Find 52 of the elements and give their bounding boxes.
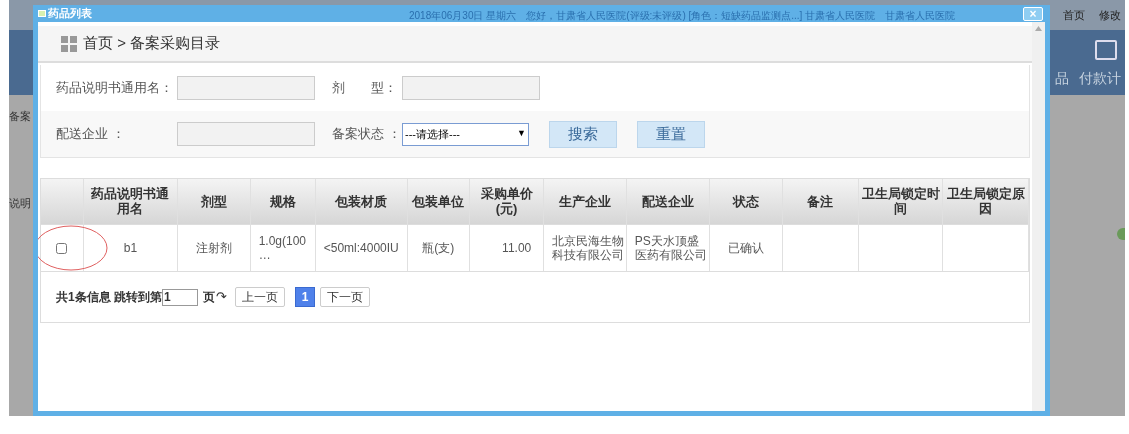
window-icon bbox=[38, 10, 46, 17]
table-cell: 已确认 bbox=[727, 240, 764, 255]
table-cell: 11.00 bbox=[502, 240, 532, 255]
window-title: 药品列表 bbox=[48, 6, 92, 22]
field-label: 备案状态 ： bbox=[332, 125, 402, 144]
column-header: 剂型 bbox=[177, 179, 251, 224]
field-label: 配送企业 ： bbox=[56, 125, 126, 144]
table-cell: <50ml:4000IU bbox=[323, 240, 399, 255]
column-header: 包装材质 bbox=[315, 179, 407, 224]
pagination-summary: 共1条信息 跳转到第 bbox=[56, 289, 162, 306]
page-button[interactable]: 1 bbox=[295, 287, 315, 307]
column-header: 卫生局锁定原因 bbox=[942, 179, 1029, 224]
header-link[interactable]: 首页 bbox=[1063, 6, 1085, 24]
page-input[interactable]: 1 bbox=[162, 288, 198, 306]
column-header: 卫生局锁定时间 bbox=[858, 179, 943, 224]
page-label: 页 bbox=[203, 289, 215, 306]
field-label: 药品说明书通用名： bbox=[56, 79, 174, 98]
status-select[interactable]: ---请选择--- ▼ bbox=[402, 122, 529, 146]
table-cell: 注射剂 bbox=[195, 240, 232, 255]
column-header: 规格 bbox=[250, 179, 316, 224]
input-field[interactable] bbox=[177, 76, 315, 100]
column-header: 采购单价(元) bbox=[469, 179, 544, 224]
redo-arrow-icon: ↷ bbox=[216, 287, 227, 307]
prev-page-button[interactable]: 上一页 bbox=[235, 287, 285, 307]
column-header: 状态 bbox=[709, 179, 783, 224]
table-cell: 瓶(支) bbox=[422, 240, 455, 255]
grid-icon bbox=[61, 35, 77, 52]
column-header: 备注 bbox=[782, 179, 859, 224]
column-header: 配送企业 bbox=[626, 179, 710, 224]
search-button[interactable]: 搜索 bbox=[549, 120, 617, 148]
column-header: 生产企业 bbox=[543, 179, 627, 224]
table-cell: b1 bbox=[123, 240, 138, 255]
page-text: 说明 bbox=[9, 195, 31, 211]
page-text: 备案 bbox=[9, 109, 31, 124]
header-link[interactable]: 修改 bbox=[1099, 6, 1121, 24]
status-icon bbox=[1117, 228, 1125, 240]
input-field[interactable] bbox=[402, 76, 540, 100]
column-header: 包装单位 bbox=[407, 179, 470, 224]
dropdown-arrow-icon: ▼ bbox=[517, 127, 526, 141]
reset-button[interactable]: 重置 bbox=[637, 120, 705, 148]
calendar-icon bbox=[1095, 40, 1117, 60]
nav-item[interactable]: 付款计 bbox=[1079, 68, 1121, 89]
next-page-button[interactable]: 下一页 bbox=[320, 287, 370, 307]
field-label: 剂 型： bbox=[332, 79, 398, 98]
table-cell: 1.0g(100 … bbox=[258, 233, 306, 262]
row-checkbox[interactable] bbox=[56, 243, 68, 255]
table-cell: 北京民海生物科技有限公司 bbox=[552, 233, 625, 262]
breadcrumb: 首页 > 备案采购目录 bbox=[83, 33, 221, 54]
column-header: 药品说明书通用名 bbox=[83, 179, 178, 224]
table-cell: PS天水顶盛医药有限公司 bbox=[634, 233, 707, 262]
nav-item[interactable]: 品 bbox=[1055, 68, 1069, 89]
input-field[interactable] bbox=[177, 122, 315, 146]
